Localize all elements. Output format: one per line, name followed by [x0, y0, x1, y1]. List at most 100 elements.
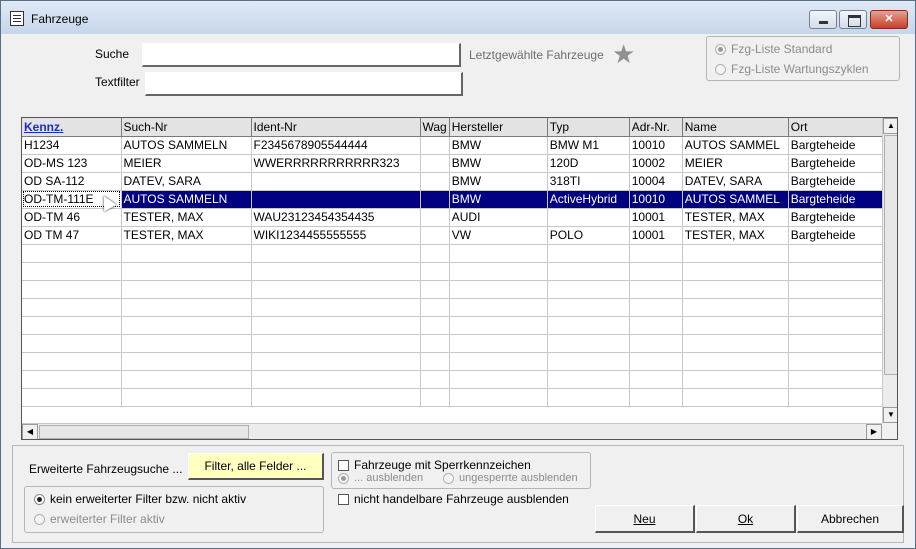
radio-fzg-liste-wartungszyklen[interactable]: Fzg-Liste Wartungszyklen [715, 62, 869, 76]
table-cell[interactable] [22, 334, 122, 353]
table-cell[interactable]: H1234 [22, 136, 122, 155]
empty-table-row[interactable] [22, 280, 889, 299]
column-header-adr-nr[interactable]: Adr-Nr. [629, 118, 683, 137]
table-cell[interactable] [420, 280, 450, 299]
table-cell[interactable]: DATEV, SARA [682, 172, 789, 191]
table-cell[interactable] [788, 352, 889, 371]
table-cell[interactable] [449, 316, 548, 335]
table-cell[interactable] [547, 370, 630, 389]
table-row[interactable]: OD-TM-111E AUTOS SAMMELN BMW ActiveHybrid 10… [22, 190, 889, 209]
table-cell[interactable]: WIKI1234455555555 [251, 226, 421, 245]
table-cell[interactable] [420, 226, 450, 245]
table-cell[interactable] [449, 334, 548, 353]
table-cell[interactable]: TESTER, MAX [121, 226, 252, 245]
star-icon[interactable]: ★ [612, 41, 638, 67]
title-bar[interactable]: Fahrzeuge ✕ [1, 1, 915, 34]
table-cell[interactable]: BMW [449, 190, 548, 209]
empty-table-row[interactable] [22, 352, 889, 371]
radio-ungesperrte-ausblenden[interactable]: ungesperrte ausblenden [443, 472, 578, 484]
ok-button[interactable]: Ok [696, 505, 796, 533]
radio-fzg-liste-standard[interactable]: Fzg-Liste Standard [715, 42, 832, 56]
horizontal-scrollbar[interactable]: ◀ ▶ [22, 423, 882, 439]
cancel-button[interactable]: Abbrechen [797, 505, 904, 533]
table-cell[interactable]: 10001 [629, 208, 683, 227]
table-cell[interactable] [547, 208, 630, 227]
table-cell[interactable]: Bargteheide [788, 190, 889, 209]
table-cell[interactable]: MEIER [682, 154, 789, 173]
table-cell[interactable] [121, 244, 252, 263]
table-cell[interactable] [251, 352, 421, 371]
scroll-up-icon[interactable]: ▲ [883, 118, 897, 134]
table-cell[interactable]: BMW [449, 172, 548, 191]
table-cell[interactable]: TESTER, MAX [121, 208, 252, 227]
table-cell[interactable] [121, 388, 252, 407]
table-cell[interactable] [629, 262, 683, 281]
empty-table-row[interactable] [22, 388, 889, 407]
table-cell[interactable] [22, 262, 122, 281]
table-cell[interactable] [251, 388, 421, 407]
new-button[interactable]: Neu [595, 505, 695, 533]
minimize-button[interactable] [809, 10, 837, 29]
table-cell[interactable] [629, 388, 683, 407]
table-cell[interactable] [682, 262, 789, 281]
table-cell[interactable]: F2345678905544444 [251, 136, 421, 155]
table-cell[interactable]: Bargteheide [788, 208, 889, 227]
table-cell[interactable] [629, 298, 683, 317]
table-cell[interactable] [547, 388, 630, 407]
table-cell[interactable] [788, 262, 889, 281]
table-cell[interactable]: OD TM 47 [22, 226, 122, 245]
column-header-wag[interactable]: Wag [420, 118, 450, 137]
empty-table-row[interactable] [22, 244, 889, 263]
table-cell[interactable] [682, 298, 789, 317]
radio-no-extended-filter[interactable]: kein erweiterter Filter bzw. nicht aktiv [34, 492, 246, 506]
table-cell[interactable] [629, 334, 683, 353]
vertical-scroll-thumb[interactable] [884, 135, 897, 375]
table-cell[interactable] [420, 334, 450, 353]
table-cell[interactable]: 10004 [629, 172, 683, 191]
table-cell[interactable] [682, 316, 789, 335]
close-button[interactable]: ✕ [870, 10, 908, 29]
table-cell[interactable] [121, 370, 252, 389]
table-cell[interactable] [121, 334, 252, 353]
radio-ausblenden[interactable]: ... ausblenden [338, 472, 423, 484]
table-cell[interactable] [121, 298, 252, 317]
table-cell[interactable] [788, 370, 889, 389]
table-row[interactable]: OD TM 47 TESTER, MAX WIKI1234455555555 VW PO… [22, 226, 889, 245]
table-cell[interactable] [449, 244, 548, 263]
table-row[interactable]: OD-MS 123 MEIER WWERRRRRRRRRRR323 BMW 120D 10… [22, 154, 889, 173]
table-cell[interactable]: WWERRRRRRRRRRR323 [251, 154, 421, 173]
table-cell[interactable]: VW [449, 226, 548, 245]
table-cell[interactable] [629, 370, 683, 389]
textfilter-input[interactable] [145, 72, 463, 96]
table-cell[interactable]: AUTOS SAMMEL [682, 136, 789, 155]
table-cell[interactable] [420, 190, 450, 209]
table-cell[interactable] [251, 244, 421, 263]
table-cell[interactable] [682, 352, 789, 371]
horizontal-scroll-thumb[interactable] [39, 425, 249, 439]
table-cell[interactable]: Bargteheide [788, 172, 889, 191]
table-cell[interactable] [629, 280, 683, 299]
table-cell[interactable] [420, 298, 450, 317]
table-cell[interactable]: OD-MS 123 [22, 154, 122, 173]
column-header-ort[interactable]: Ort [788, 118, 889, 137]
table-cell[interactable]: Bargteheide [788, 226, 889, 245]
table-cell[interactable] [251, 172, 421, 191]
recent-vehicles-label[interactable]: Letztgewählte Fahrzeuge [469, 48, 604, 62]
table-cell[interactable] [449, 388, 548, 407]
table-cell[interactable] [22, 370, 122, 389]
column-header-name[interactable]: Name [682, 118, 789, 137]
table-cell[interactable] [682, 370, 789, 389]
column-header-kennz[interactable]: Kennz. [22, 118, 122, 137]
table-cell[interactable] [547, 352, 630, 371]
column-header-ident-nr[interactable]: Ident-Nr [251, 118, 421, 137]
table-cell[interactable] [121, 280, 252, 299]
table-row[interactable]: OD-TM 46 TESTER, MAX WAU23123454354435 AUDI… [22, 208, 889, 227]
table-cell[interactable] [251, 190, 421, 209]
table-cell[interactable] [420, 244, 450, 263]
empty-table-row[interactable] [22, 316, 889, 335]
table-cell[interactable] [449, 280, 548, 299]
empty-table-row[interactable] [22, 262, 889, 281]
table-cell[interactable] [682, 388, 789, 407]
table-cell[interactable] [547, 262, 630, 281]
table-cell[interactable] [788, 388, 889, 407]
